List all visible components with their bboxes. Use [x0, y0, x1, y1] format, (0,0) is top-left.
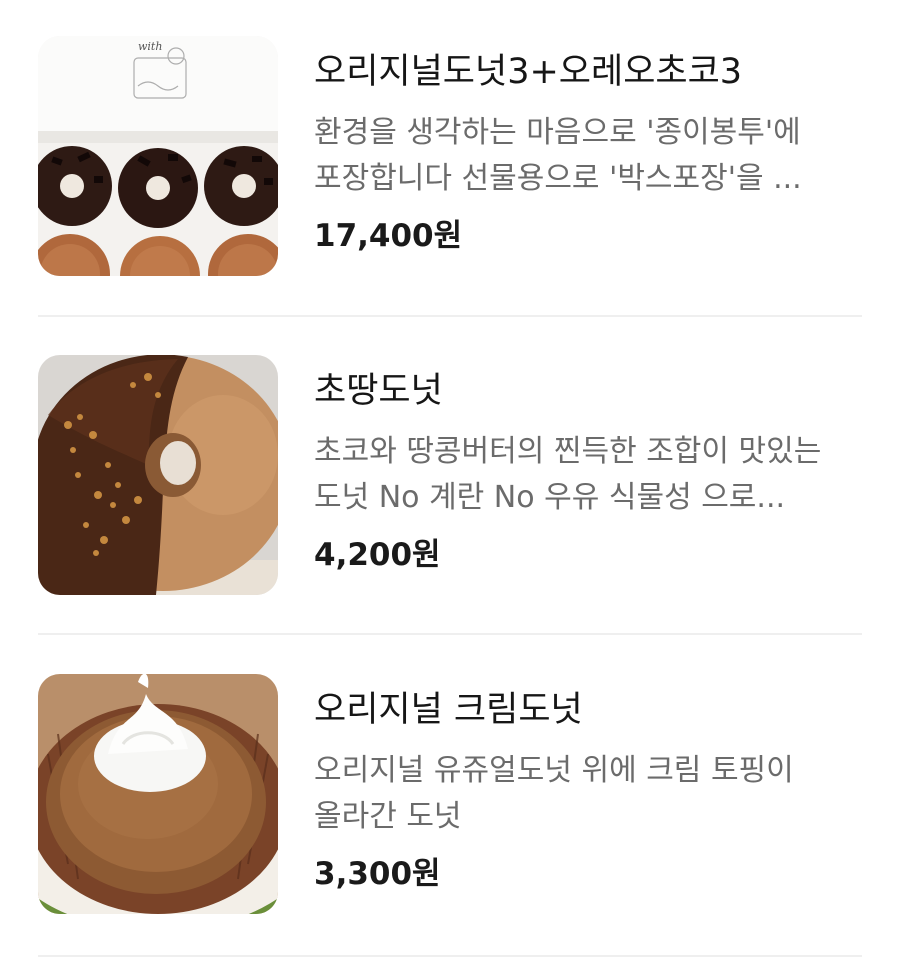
- choco-peanut-donut-photo: [38, 355, 278, 595]
- box-logo-text: with: [138, 40, 162, 53]
- menu-item-description: 초코와 땅콩버터의 찐득한 조합이 맛있는 도넛 No 계란 No 우유 식물성…: [314, 434, 822, 515]
- menu-item-description: 오리지널 유쥬얼도넛 위에 크림 토핑이 올라간 도넛: [314, 753, 794, 834]
- menu-item[interactable]: 초땅도넛 초코와 땅콩버터의 찐득한 조합이 맛있는 도넛 No 계란 No 우…: [38, 355, 862, 595]
- menu-item-title: 초땅도넛: [314, 371, 443, 411]
- menu-item[interactable]: with 오리지널도넛3+오레오초코3 환경을 생각하는 마음으로 '종이봉투'…: [38, 36, 862, 276]
- cream-donut-photo: [38, 674, 278, 914]
- divider: [38, 633, 862, 635]
- divider: [38, 955, 862, 957]
- menu-item-description: 환경을 생각하는 마음으로 '종이봉투'에 포장합니다 선물용으로 '박스포장'…: [314, 115, 802, 196]
- menu-item-title: 오리지널 크림도넛: [314, 690, 583, 730]
- divider: [38, 315, 862, 317]
- menu-item-title: 오리지널도넛3+오레오초코3: [314, 52, 743, 92]
- menu-item[interactable]: 오리지널 크림도넛 오리지널 유쥬얼도넛 위에 크림 토핑이 올라간 도넛 3,…: [38, 674, 862, 914]
- donut-box-photo: with: [38, 36, 278, 276]
- menu-item-price: 3,300원: [314, 856, 441, 892]
- menu-item-price: 17,400원: [314, 218, 463, 254]
- menu-item-price: 4,200원: [314, 537, 441, 573]
